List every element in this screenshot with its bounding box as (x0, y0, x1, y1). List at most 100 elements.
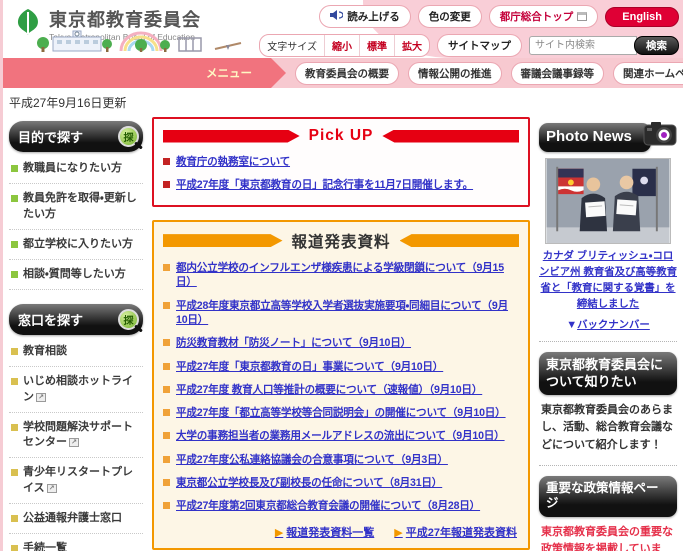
press-link[interactable]: 平成27年度「都立高等学校等合同説明会」の開催について（9月10日） (176, 406, 506, 420)
search-button[interactable]: 検索 (634, 36, 679, 55)
search-input[interactable] (529, 36, 637, 55)
purpose-list: 教職員になりたい方 教員免許を取得・更新したい方 都立学校に入りたい方 相談・質… (9, 154, 143, 290)
press-list-label: 報道発表資料一覧 (286, 524, 374, 540)
policy-info-text: 東京都教育委員会の重要な政策情報を掲載しています。 (539, 517, 677, 551)
arrow-right-icon (163, 234, 283, 247)
camera-icon (643, 120, 677, 151)
bullet-icon (163, 302, 170, 309)
sitemap-button[interactable]: サイトマップ (437, 34, 522, 57)
list-item: 手続一覧 (9, 534, 143, 551)
list-item: 東京都公立学校長及び副校長の任命について（8月31日） (163, 472, 519, 495)
list-item: 大学の事務担当者の業務用メールアドレスの流出について（9月10日） (163, 425, 519, 448)
photo-news-image[interactable] (539, 158, 677, 244)
read-aloud-button[interactable]: 読み上げる (319, 5, 411, 28)
list-item: 平成27年度「都立高等学校等合同説明会」の開催について（9月10日） (163, 402, 519, 425)
left-sidebar: 目的で探す 探 教職員になりたい方 教員免許を取得・更新したい方 都立学校に入り… (9, 117, 143, 551)
arrow-right-icon (163, 130, 300, 143)
press-link[interactable]: 東京都公立学校長及び副校長の任命について（8月31日） (176, 476, 442, 490)
sidebar-link[interactable]: 教職員になりたい方 (23, 161, 122, 177)
font-size-small-button[interactable]: 縮小 (324, 35, 359, 56)
main-content: Pick UP 教育庁の執務室について 平成27年度「東京都教育の日」記念行事を… (152, 117, 530, 551)
list-item: 公益通報弁護士窓口 (9, 504, 143, 534)
bullet-icon (163, 456, 170, 463)
press-link[interactable]: 平成28年度東京都立高等学校入学者選抜実施要項・同細目について（9月10日） (176, 299, 519, 328)
press-link[interactable]: 都内公立学校のインフルエンザ様疾患による学級閉鎖について（9月15日） (176, 261, 519, 290)
list-item: いじめ相談ホットライン↗ (9, 367, 143, 413)
press-list-link[interactable]: ▶報道発表資料一覧 (275, 524, 374, 540)
bullet-icon (11, 515, 18, 522)
photo-caption-link[interactable]: カナダ ブリティッシュ・コロンビア州 教育省及び高等教育省と「教育に関する覚書」… (539, 251, 677, 310)
press-link[interactable]: 大学の事務担当者の業務用メールアドレスの流出について（9月10日） (176, 429, 505, 443)
press-h27-label: 平成27年報道発表資料 (406, 524, 517, 540)
sidebar-link[interactable]: 教員免許を取得・更新したい方 (23, 191, 143, 223)
list-item: 平成27年度公私連絡協議会の合意事項について（9月3日） (163, 448, 519, 471)
press-link[interactable]: 防災教育教材「防災ノート」について（9月10日） (176, 336, 411, 350)
list-item: 都内公立学校のインフルエンザ様疾患による学級閉鎖について（9月15日） (163, 257, 519, 295)
divider (539, 465, 677, 466)
font-size-standard-button[interactable]: 標準 (359, 35, 394, 56)
bullet-icon (11, 195, 18, 202)
list-item: 教育庁の執務室について (163, 150, 519, 173)
triangle-right-icon: ▶ (275, 526, 283, 539)
search-by-purpose-header: 目的で探す 探 (9, 121, 143, 152)
site-search: 検索 (529, 36, 679, 55)
bullet-icon (11, 271, 18, 278)
press-link[interactable]: 平成27年度公私連絡協議会の合意事項について（9月3日） (176, 453, 448, 467)
list-item: 平成27年度「東京都教育の日」事業について（9月10日） (163, 355, 519, 378)
sidebar-link[interactable]: 青少年リスタートプレイス (23, 466, 133, 494)
search-by-counter-header: 窓口を探す 探 (9, 304, 143, 335)
pickup-link[interactable]: 教育庁の執務室について (176, 155, 290, 169)
header-row-1: 読み上げる 色の変更 都庁総合トップ English (259, 5, 679, 28)
photo-caption: カナダ ブリティッシュ・コロンビア州 教育省及び高等教育省と「教育に関する覚書」… (539, 249, 677, 314)
sidebar-link[interactable]: 公益通報弁護士窓口 (23, 511, 122, 527)
list-item: 相談・質問等したい方 (9, 260, 143, 290)
press-link[interactable]: 平成27年度 教育人口等推計の概要について（速報値）（9月10日） (176, 383, 482, 397)
town-illustration (33, 29, 248, 58)
external-window-icon (577, 12, 587, 21)
press-link[interactable]: 平成27年度「東京都教育の日」事業について（9月10日） (176, 360, 443, 374)
bullet-icon (163, 181, 170, 188)
magnifier-icon: 探 (118, 126, 139, 147)
sidebar-link[interactable]: 教育相談 (23, 344, 67, 360)
bullet-icon (11, 165, 18, 172)
color-change-label: 色の変更 (429, 9, 471, 24)
bullet-icon (11, 469, 18, 476)
photo-news-block: Photo News (539, 123, 677, 152)
bullet-icon (163, 479, 170, 486)
sidebar-link[interactable]: 都立学校に入りたい方 (23, 237, 133, 253)
tocho-top-button[interactable]: 都庁総合トップ (489, 5, 599, 28)
menu-item-disclosure[interactable]: 情報公開の推進 (408, 62, 502, 85)
arrow-left-icon (400, 234, 520, 247)
font-size-large-button[interactable]: 拡大 (394, 35, 429, 56)
press-title: 報道発表資料 (292, 230, 391, 252)
menu-item-overview[interactable]: 教育委員会の概要 (295, 62, 399, 85)
header: 東京都教育委員会 Tokyo Metropolitan Board of Edu… (3, 0, 683, 58)
press-header: 報道発表資料 (163, 230, 519, 252)
list-item: 教員免許を取得・更新したい方 (9, 184, 143, 230)
pickup-link[interactable]: 平成27年度「東京都教育の日」記念行事を11月7日開催します。 (176, 178, 473, 192)
header-controls: 読み上げる 色の変更 都庁総合トップ English 文字サイズ 縮小 標準 拡… (259, 5, 679, 63)
right-sidebar: Photo News (539, 117, 677, 551)
external-link-icon: ↗ (69, 438, 79, 447)
external-link-icon: ↗ (36, 393, 46, 402)
page: 東京都教育委員会 Tokyo Metropolitan Board of Edu… (0, 0, 683, 551)
bullet-icon (163, 409, 170, 416)
about-board-header[interactable]: 東京都教育委員会について知りたい (539, 352, 677, 395)
back-number-label: バックナンバー (577, 320, 650, 331)
color-change-button[interactable]: 色の変更 (418, 5, 482, 28)
press-h27-link[interactable]: ▶平成27年報道発表資料 (394, 524, 517, 540)
triangle-down-icon: ▼ (566, 319, 577, 331)
press-link[interactable]: 平成27年度第2回東京都総合教育会議の開催について（8月28日） (176, 499, 480, 513)
menu-item-minutes[interactable]: 審議会議事録等 (511, 62, 605, 85)
bullet-icon (11, 545, 18, 551)
back-number-link[interactable]: ▼バックナンバー (566, 320, 650, 331)
sidebar-link[interactable]: 相談・質問等したい方 (23, 267, 126, 283)
bullet-icon (11, 424, 18, 431)
divider (539, 341, 677, 342)
menu-item-related-sites[interactable]: 関連ホームページ (613, 62, 683, 85)
bullet-icon (163, 502, 170, 509)
policy-info-header[interactable]: 重要な政策情報ページ (539, 476, 677, 517)
sidebar-link[interactable]: 手続一覧 (23, 541, 67, 551)
english-button[interactable]: English (605, 7, 679, 27)
bullet-icon (163, 363, 170, 370)
